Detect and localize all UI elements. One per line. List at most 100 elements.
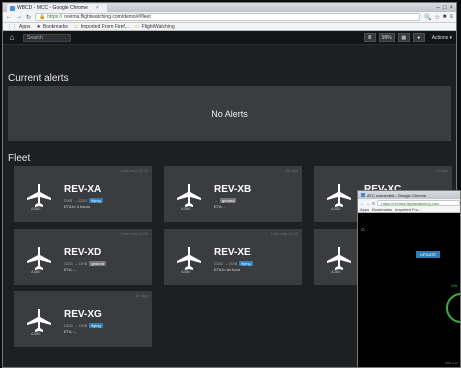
bookmark-label: Bookmarks xyxy=(42,23,68,30)
address-bar: ← → ↻ 🔒 https://revima.flightwatching.co… xyxy=(3,12,456,23)
route-text: CDG → DXB xyxy=(214,261,238,266)
window-controls: – □ × xyxy=(437,5,456,11)
aircraft-registration: REV-XD xyxy=(64,247,102,258)
aircraft-registration: REV-XG xyxy=(64,309,102,320)
lock-icon: 🔒 xyxy=(39,14,46,20)
zoom-icon[interactable]: 🔍 xyxy=(424,14,431,21)
aircraft-registration: REV-XA xyxy=(64,184,102,195)
bookmark-bookmarks[interactable]: Bookmarks xyxy=(372,207,392,212)
aircraft-model: A380 xyxy=(31,206,41,211)
no-alerts-text: No Alerts xyxy=(211,108,248,119)
status-badge: flying xyxy=(89,198,103,203)
update-button[interactable]: UPDATE xyxy=(416,251,440,258)
popup-url: https://revima.flightwatching.com xyxy=(381,200,440,206)
maximize-icon[interactable]: □ xyxy=(443,5,447,11)
aircraft-card[interactable]: Last msg 10:05 A380 REV-XD CDG → DXB ground E… xyxy=(14,229,152,285)
fleet-heading: Fleet xyxy=(8,153,31,164)
actions-menu[interactable]: Actions ▾ xyxy=(428,35,452,41)
home-icon[interactable]: ⌂ xyxy=(7,33,17,42)
aircraft-model: A380 xyxy=(331,269,341,274)
app-navbar: ⌂ Search ≣ 99% ▦ ● Actions ▾ xyxy=(3,31,456,45)
search-input[interactable]: Search xyxy=(23,33,71,42)
secondary-browser-window: ATC connected - Google Chrome ← → ↻ http… xyxy=(357,190,461,368)
reload-icon[interactable]: ↻ xyxy=(372,201,375,206)
route-text: DXB → CDG xyxy=(64,198,88,203)
bookmark-apps[interactable]: Apps xyxy=(360,207,369,212)
status-badge: ground xyxy=(220,198,237,203)
favicon-icon xyxy=(361,193,365,197)
card-hint: 3h ago xyxy=(135,293,148,298)
status-badge: flying xyxy=(89,323,103,328)
folder-icon: ▭ xyxy=(134,23,140,30)
aircraft-route: DXB → CDG flying xyxy=(64,198,103,203)
aircraft-eta: ETA in an hour xyxy=(214,267,241,272)
close-tab-icon[interactable]: × xyxy=(96,4,99,12)
location-button[interactable]: ● xyxy=(412,33,425,42)
popup-titlebar: ATC connected - Google Chrome xyxy=(358,191,460,199)
aircraft-card[interactable]: 2h ago A380 REV-XB → ground ETA ... xyxy=(164,166,302,222)
aircraft-model: A380 xyxy=(31,269,41,274)
aircraft-card[interactable]: Last msg 11:40 A380 REV-XE CDG → DXB flying E… xyxy=(164,229,302,285)
bookmark-label: Imported From Firef... xyxy=(80,23,129,30)
card-hint: Last msg 12:30 xyxy=(120,168,148,173)
bookmark-label: FlightWatching xyxy=(141,23,175,30)
minimize-icon[interactable]: – xyxy=(437,5,440,11)
star-icon[interactable]: ☆ xyxy=(434,14,439,21)
route-text: CDG → DXB xyxy=(64,323,88,328)
bookmark-imported[interactable]: Imported Fro... xyxy=(395,207,421,212)
extension-icon[interactable]: ■ xyxy=(443,14,447,21)
apps-icon: ⋮⋮ xyxy=(7,23,17,30)
popup-url-field[interactable]: https://revima.flightwatching.com xyxy=(377,200,460,206)
status-badge: ground xyxy=(89,261,106,266)
airplane-icon xyxy=(326,182,352,208)
star-icon: ★ xyxy=(36,23,41,30)
url-field[interactable]: 🔒 https://revima.flightwatching.com/demo… xyxy=(35,13,420,21)
popup-footer: RST 1.10 xyxy=(445,361,458,365)
status-badge: flying xyxy=(239,261,253,266)
url-path: revima.flightwatching.com/demo/#/fleet xyxy=(64,14,151,20)
aircraft-eta: ETA in 4 hours xyxy=(64,204,90,209)
aircraft-eta: ETA ... xyxy=(214,204,226,209)
aircraft-route: CDG → DXB ground xyxy=(64,261,106,266)
card-hint: 1h ago xyxy=(435,168,448,173)
grid-view-button[interactable]: ▦ xyxy=(397,33,410,42)
menu-icon[interactable]: ≡ xyxy=(449,14,453,21)
aircraft-registration: REV-XB xyxy=(214,184,252,195)
browser-tab[interactable]: WBCD - MCC - Google Chrome × xyxy=(7,4,107,12)
airplane-icon xyxy=(26,182,52,208)
list-view-button[interactable]: ≣ xyxy=(363,33,376,42)
forward-icon[interactable]: → xyxy=(16,14,22,20)
aircraft-card[interactable]: Last msg 12:30 A380 REV-XA DXB → CDG flying E… xyxy=(14,166,152,222)
aircraft-eta: ETA: -- xyxy=(64,267,77,272)
tab-title: WBCD - MCC - Google Chrome xyxy=(17,5,88,11)
bookmark-bookmarks[interactable]: ★ Bookmarks xyxy=(36,24,68,30)
aircraft-model: A380 xyxy=(31,331,41,336)
airplane-icon xyxy=(26,245,52,271)
bookmark-flightwatching[interactable]: ▭ FlightWatching xyxy=(135,24,175,30)
percent-button[interactable]: 99% xyxy=(378,33,395,42)
aircraft-route: CDG → DXB flying xyxy=(214,261,253,266)
card-hint: Last msg 10:05 xyxy=(120,231,148,236)
route-text: CDG → DXB xyxy=(64,261,88,266)
status-gauge-icon xyxy=(446,293,460,323)
reload-icon[interactable]: ↻ xyxy=(26,14,31,21)
aircraft-model: A380 xyxy=(181,269,191,274)
popup-bookmarks-bar: Apps Bookmarks Imported Fro... xyxy=(358,207,460,213)
aircraft-card[interactable]: 3h ago A380 REV-XG CDG → DXB flying ETA: -- xyxy=(14,291,152,347)
aircraft-model: A380 xyxy=(331,206,341,211)
back-icon[interactable]: ← xyxy=(360,201,364,206)
forward-icon[interactable]: → xyxy=(366,201,370,206)
bookmark-imported[interactable]: ▭ Imported From Firef... xyxy=(74,24,129,30)
alerts-panel: No Alerts xyxy=(8,86,451,141)
back-icon[interactable]: ← xyxy=(6,14,12,20)
close-window-icon[interactable]: × xyxy=(449,5,453,11)
airplane-icon xyxy=(326,245,352,271)
bookmark-label: Apps xyxy=(19,23,31,30)
home-icon[interactable]: ⌂ xyxy=(361,227,365,233)
bookmark-apps[interactable]: ⋮⋮ Apps xyxy=(7,24,30,30)
alerts-heading: Current alerts xyxy=(8,73,69,84)
gauge-label: WA xyxy=(451,283,458,288)
folder-icon: ▭ xyxy=(73,23,79,30)
bookmarks-bar: ⋮⋮ Apps ★ Bookmarks ▭ Imported From Firef..… xyxy=(3,23,456,31)
url-scheme: https:// xyxy=(47,14,63,20)
